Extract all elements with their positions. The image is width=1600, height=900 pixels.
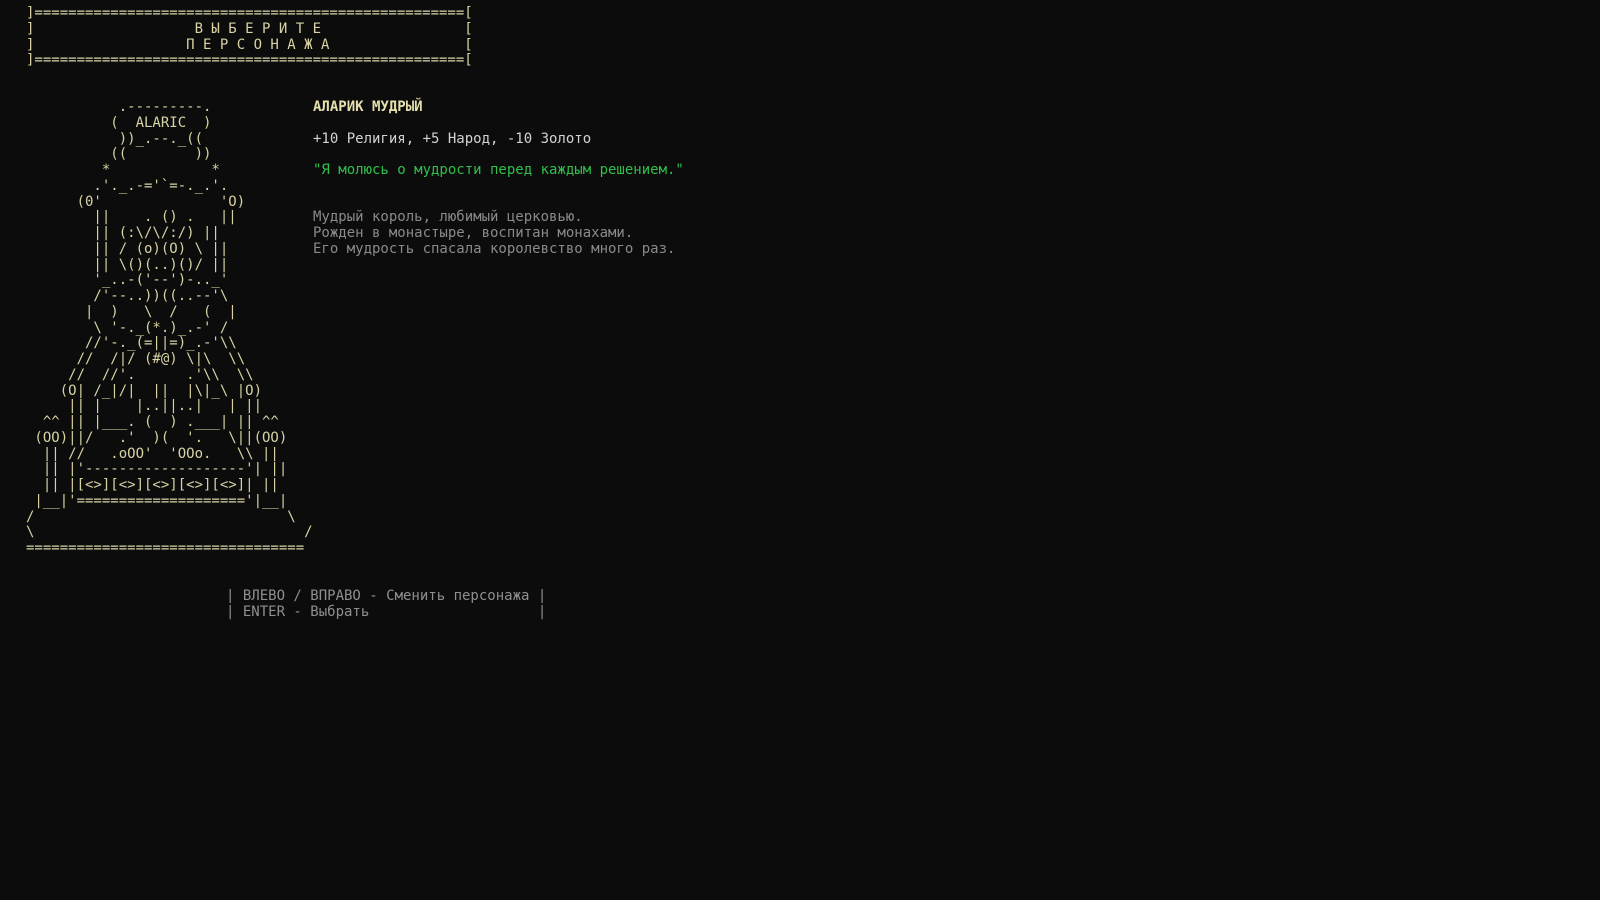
character-description: Мудрый король, любимый церковью. Рожден …	[313, 209, 676, 257]
title-banner: ]=======================================…	[26, 5, 473, 69]
character-quote: "Я молюсь о мудрости перед каждым решени…	[313, 162, 684, 178]
control-hint-select: | ENTER - Выбрать |	[226, 603, 547, 620]
banner-border-bottom: ]=======================================…	[26, 52, 473, 69]
banner-title-line2: ] П Е Р С О Н А Ж А [	[26, 36, 473, 53]
banner-border-top: ]=======================================…	[26, 5, 473, 21]
control-hint-switch: | ВЛЕВО / ВПРАВО - Сменить персонажа |	[226, 588, 547, 604]
controls-help: | ВЛЕВО / ВПРАВО - Сменить персонажа | |…	[226, 588, 547, 621]
banner-title-line1: ] В Ы Б Е Р И Т Е [	[26, 20, 473, 37]
description-line: Рожден в монастыре, воспитан монахами.	[313, 224, 634, 241]
character-stats: +10 Религия, +5 Народ, -10 Золото	[313, 131, 592, 147]
character-name: АЛАРИК МУДРЫЙ	[313, 99, 423, 115]
description-line: Его мудрость спасала королевство много р…	[313, 240, 676, 257]
description-line: Мудрый король, любимый церковью.	[313, 209, 583, 225]
character-portrait-ascii: .---------. ( ALARIC ) ))_.--._(( (( )) …	[26, 99, 313, 556]
